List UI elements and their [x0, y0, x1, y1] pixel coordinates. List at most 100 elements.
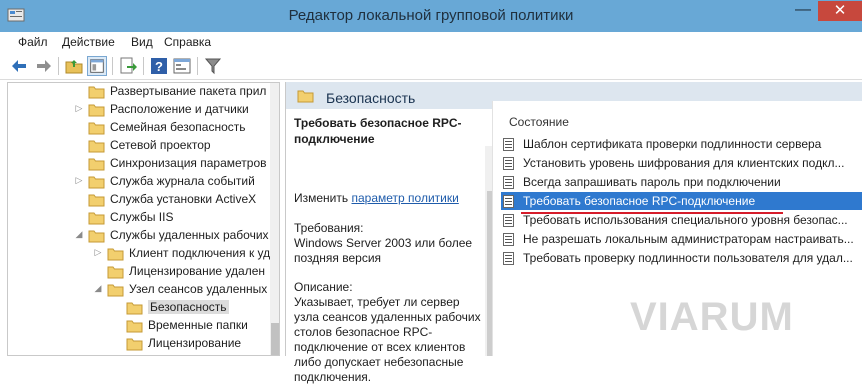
help-icon[interactable]: ?	[149, 56, 169, 76]
tree-item-label: Лицензирование удален	[129, 264, 266, 278]
setting-row[interactable]: Установить уровень шифрования для клиент…	[501, 154, 862, 172]
expand-icon[interactable]: ▷	[74, 175, 84, 187]
tree-scroll-thumb[interactable]	[271, 323, 279, 355]
close-button[interactable]: ✕	[818, 1, 862, 21]
setting-label: Не разрешать локальным администраторам н…	[523, 232, 854, 246]
folder-icon	[126, 302, 143, 315]
tree-item-label: Сетевой проектор	[110, 138, 211, 152]
tree-item[interactable]: Лицензирование удален	[8, 263, 270, 281]
properties-icon[interactable]	[172, 56, 192, 76]
tree-item[interactable]: Службы IIS	[8, 209, 270, 227]
expand-icon[interactable]: ▷	[93, 247, 103, 259]
setting-row[interactable]: Требовать проверку подлинности пользоват…	[501, 249, 862, 267]
tree-item[interactable]: Развертывание пакета прил	[8, 83, 270, 101]
tree-item-label: Службы IIS	[110, 210, 174, 224]
tree-item-label: Семейная безопасность	[110, 120, 246, 134]
folder-icon	[88, 122, 105, 135]
tree-item-label: Служба журнала событий	[110, 174, 255, 188]
setting-label: Требовать проверку подлинности пользоват…	[523, 251, 853, 265]
collapse-icon[interactable]: ◢	[74, 229, 84, 241]
export-list-icon[interactable]	[118, 56, 138, 76]
tree-item[interactable]: ◢ Узел сеансов удаленных	[8, 281, 270, 299]
tree-item[interactable]: Лицензирование	[8, 335, 270, 353]
toolbar-separator	[112, 57, 113, 75]
edit-policy-link[interactable]: параметр политики	[351, 191, 458, 205]
menu-bar: Файл Действие Вид Справка	[0, 32, 862, 53]
folder-icon	[88, 104, 105, 117]
folder-icon	[88, 86, 105, 99]
tree-item-label: Развертывание пакета прил	[110, 84, 267, 98]
menu-file[interactable]: Файл	[18, 35, 48, 49]
tree-item[interactable]: Синхронизация параметров	[8, 155, 270, 173]
minimize-button[interactable]: —	[789, 1, 817, 21]
tree-item-label: Синхронизация параметров	[110, 156, 267, 170]
column-header-state[interactable]: Состояние	[509, 115, 569, 129]
tree-item-label: Безопасность	[148, 300, 229, 314]
policy-setting-icon	[503, 233, 514, 246]
annotation-underline	[521, 212, 783, 214]
folder-icon	[126, 320, 143, 333]
folder-icon	[88, 140, 105, 153]
menu-action[interactable]: Действие	[62, 35, 115, 49]
tree-item-label: Службы удаленных рабочих	[110, 228, 269, 242]
toolbar-separator	[197, 57, 198, 75]
policy-title: Требовать безопасное RPC-подключение	[294, 116, 462, 146]
collapse-icon[interactable]: ◢	[93, 283, 103, 295]
setting-row[interactable]: Всегда запрашивать пароль при подключени…	[501, 173, 862, 191]
requirements-value: Windows Server 2003 или более поздняя ве…	[294, 236, 473, 265]
filter-icon[interactable]	[203, 56, 223, 76]
svg-text:?: ?	[155, 59, 163, 74]
edit-policy-line: Изменить параметр политики	[294, 191, 459, 205]
description-label: Описание:	[294, 280, 353, 294]
toolbar-separator	[143, 57, 144, 75]
setting-row[interactable]: Шаблон сертификата проверки подлинности …	[501, 135, 862, 153]
title-bar: Редактор локальной групповой политики — …	[0, 0, 862, 32]
setting-label: Установить уровень шифрования для клиент…	[523, 156, 845, 170]
tree-item[interactable]: ▷ Клиент подключения к уд	[8, 245, 270, 263]
folder-icon	[107, 266, 124, 279]
policy-setting-icon	[503, 252, 514, 265]
policy-setting-icon	[503, 195, 514, 208]
policy-setting-icon	[503, 176, 514, 189]
folder-icon	[107, 248, 124, 261]
setting-row[interactable]: Требовать безопасное RPC-подключение	[501, 192, 862, 210]
folder-icon	[88, 212, 105, 225]
menu-help[interactable]: Справка	[164, 35, 211, 49]
tree-item[interactable]: Временные папки	[8, 317, 270, 335]
tree-item[interactable]: Служба установки ActiveX	[8, 191, 270, 209]
menu-view[interactable]: Вид	[131, 35, 153, 49]
tree-item[interactable]: Безопасность	[8, 299, 270, 317]
up-folder-icon[interactable]	[64, 56, 84, 76]
policy-setting-icon	[503, 138, 514, 151]
policy-setting-icon	[503, 157, 514, 170]
setting-row[interactable]: Не разрешать локальным администраторам н…	[501, 230, 862, 248]
folder-icon	[88, 158, 105, 171]
arrow-back-icon[interactable]	[10, 56, 30, 76]
tree-item[interactable]: ▷ Служба журнала событий	[8, 173, 270, 191]
tree-item[interactable]: Семейная безопасность	[8, 119, 270, 137]
tree-item[interactable]: Сетевой проектор	[8, 137, 270, 155]
folder-icon	[126, 338, 143, 351]
folder-icon	[88, 176, 105, 189]
setting-label: Требовать безопасное RPC-подключение	[523, 194, 756, 208]
window-title: Редактор локальной групповой политики	[288, 7, 574, 24]
tree-item[interactable]: ▷ Расположение и датчики	[8, 101, 270, 119]
tree-pane: Развертывание пакета прил ▷ Расположение и…	[7, 82, 280, 356]
toolbar: ?	[0, 53, 862, 80]
requirements-label: Требования:	[294, 221, 364, 235]
setting-label: Всегда запрашивать пароль при подключени…	[523, 175, 781, 189]
show-tree-icon[interactable]	[87, 56, 107, 76]
toolbar-separator	[58, 57, 59, 75]
arrow-forward-icon[interactable]	[33, 56, 53, 76]
tree-item-label: Временные папки	[148, 318, 248, 332]
tree-item-label: Служба установки ActiveX	[110, 192, 257, 206]
description-panel: Требовать безопасное RPC-подключение Изм…	[286, 109, 499, 384]
policy-setting-icon	[503, 214, 514, 227]
tree-item[interactable]: ◢ Службы удаленных рабочих	[8, 227, 270, 245]
tree-scrollbar[interactable]	[270, 83, 279, 355]
tree-item-label: Расположение и датчики	[110, 102, 249, 116]
setting-label: Шаблон сертификата проверки подлинности …	[523, 137, 822, 151]
folder-open-icon	[88, 230, 105, 243]
watermark: VIARUM	[630, 295, 794, 339]
expand-icon[interactable]: ▷	[74, 103, 84, 115]
